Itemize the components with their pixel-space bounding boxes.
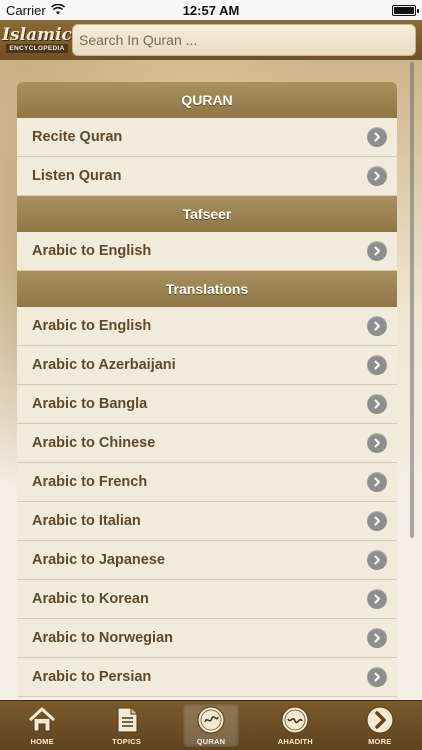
list-item[interactable]: Arabic to Norwegian xyxy=(17,619,397,658)
home-icon xyxy=(27,705,57,735)
list-item[interactable]: Arabic to English xyxy=(17,307,397,346)
list-item[interactable]: Listen Quran xyxy=(17,157,397,196)
list-item-label: Arabic to English xyxy=(32,243,152,259)
section-header: Translations xyxy=(17,271,397,307)
list-item[interactable]: Arabic to Chinese xyxy=(17,424,397,463)
tab-label: MORE xyxy=(368,737,392,746)
list-item[interactable]: Arabic to Azerbaijani xyxy=(17,346,397,385)
ahadith-seal-icon xyxy=(280,705,310,735)
chevron-right-icon xyxy=(365,705,395,735)
chevron-right-icon xyxy=(367,472,387,492)
list-item-label: Arabic to English xyxy=(32,318,152,334)
chevron-right-icon xyxy=(367,628,387,648)
logo-title: Islamic xyxy=(2,25,72,45)
section-header: Tafseer xyxy=(17,196,397,232)
search-box[interactable] xyxy=(72,24,416,56)
list-item-label: Arabic to Italian xyxy=(32,513,141,529)
wifi-icon xyxy=(50,3,65,18)
chevron-right-icon xyxy=(367,316,387,336)
tab-topics[interactable]: TOPICS xyxy=(99,704,155,747)
list-item-label: Recite Quran xyxy=(32,129,123,145)
tab-ahadith[interactable]: AHADITH xyxy=(267,704,323,747)
list-item-label: Arabic to Japanese xyxy=(32,552,165,568)
tab-label: AHADITH xyxy=(277,737,313,746)
document-icon xyxy=(112,705,142,735)
chevron-right-icon xyxy=(367,433,387,453)
list-item-label: Arabic to Norwegian xyxy=(32,630,173,646)
list-item[interactable]: Recite Quran xyxy=(17,118,397,157)
list-item[interactable]: Arabic to Japanese xyxy=(17,541,397,580)
list-item[interactable]: Arabic to English xyxy=(17,232,397,271)
list-item-label: Listen Quran xyxy=(32,168,122,184)
list-item-label: Arabic to French xyxy=(32,474,148,490)
chevron-right-icon xyxy=(367,550,387,570)
chevron-right-icon xyxy=(367,667,387,687)
list-item[interactable]: Arabic to Bangla xyxy=(17,385,397,424)
chevron-right-icon xyxy=(367,589,387,609)
list-item-label: Arabic to Azerbaijani xyxy=(32,357,176,373)
tab-label: QURAN xyxy=(196,737,226,746)
section-header: QURAN xyxy=(17,82,397,118)
chevron-right-icon xyxy=(367,511,387,531)
tab-label: HOME xyxy=(30,737,54,746)
app-header: Islamic ENCYCLOPEDIA xyxy=(0,20,422,60)
list-item-label: Arabic to Chinese xyxy=(32,435,156,451)
tab-label: TOPICS xyxy=(112,737,142,746)
tab-bar: HOME TOPICS QURAN AHADITH MORE xyxy=(0,700,422,750)
chevron-right-icon xyxy=(367,166,387,186)
chevron-right-icon xyxy=(367,127,387,147)
chevron-right-icon xyxy=(367,241,387,261)
quran-seal-icon xyxy=(196,705,226,735)
tab-home[interactable]: HOME xyxy=(14,704,70,747)
status-left: Carrier xyxy=(6,3,65,18)
list-item[interactable]: Arabic to Persian xyxy=(17,658,397,697)
list-item-label: Arabic to Bangla xyxy=(32,396,148,412)
chevron-right-icon xyxy=(367,355,387,375)
status-bar: Carrier 12:57 AM xyxy=(0,0,422,20)
scrollbar[interactable] xyxy=(410,62,414,538)
battery-fill xyxy=(394,6,414,14)
list-item-label: Arabic to Korean xyxy=(32,591,149,607)
chevron-right-icon xyxy=(367,394,387,414)
list-item[interactable]: Arabic to Korean xyxy=(17,580,397,619)
carrier-label: Carrier xyxy=(6,2,46,18)
battery-icon xyxy=(392,4,419,16)
search-input[interactable] xyxy=(79,32,409,48)
logo-subtitle: ENCYCLOPEDIA xyxy=(6,44,68,53)
list-item[interactable]: Arabic to Italian xyxy=(17,502,397,541)
tab-quran[interactable]: QURAN xyxy=(182,704,239,747)
menu-list: QURAN Recite Quran Listen Quran Tafseer Arab… xyxy=(17,82,397,700)
app-logo[interactable]: Islamic ENCYCLOPEDIA xyxy=(2,23,72,57)
list-item[interactable]: Arabic to French xyxy=(17,463,397,502)
list-item-label: Arabic to Persian xyxy=(32,669,152,685)
tab-more[interactable]: MORE xyxy=(352,704,408,747)
